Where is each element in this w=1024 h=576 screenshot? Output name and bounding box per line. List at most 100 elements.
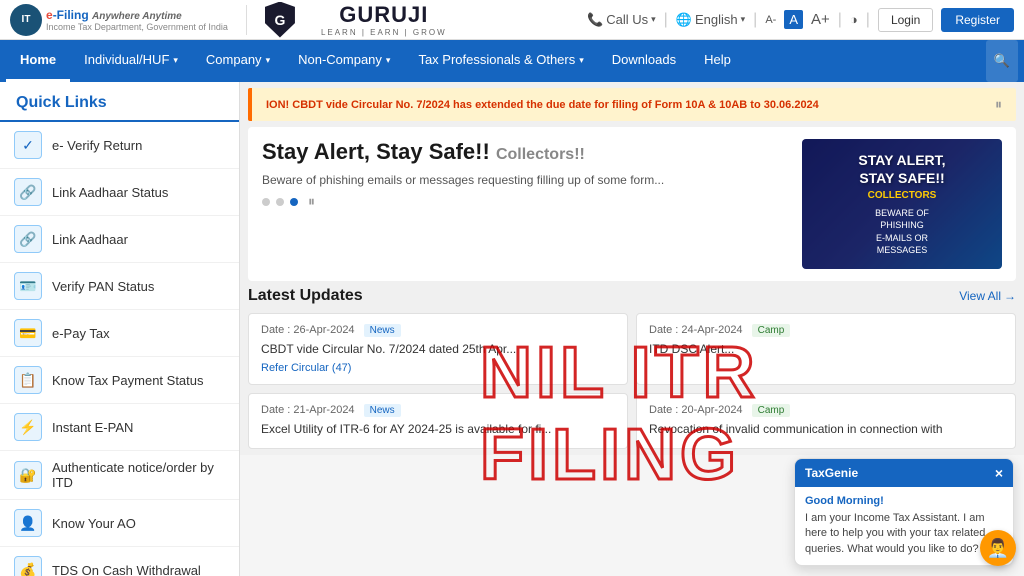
sidebar: Quick Links ✓ e- Verify Return 🔗 Link Aa… — [0, 82, 240, 576]
hero-image-warning: BEWARE OFPHISHINGE-MAILS ORMESSAGES — [858, 207, 945, 257]
divider-4: | — [838, 11, 842, 29]
update-card-4[interactable]: Date : 20-Apr-2024 Camp Revocation of in… — [636, 393, 1016, 449]
taxgenie-close-button[interactable]: × — [995, 465, 1003, 481]
main-layout: Quick Links ✓ e- Verify Return 🔗 Link Aa… — [0, 82, 1024, 576]
language-button[interactable]: 🌐 English ▾ — [676, 12, 745, 28]
nav-search-button[interactable]: 🔍 — [986, 40, 1018, 82]
font-normal-button[interactable]: A — [784, 10, 803, 29]
sidebar-item-link-aadhaar-status[interactable]: 🔗 Link Aadhaar Status — [0, 169, 239, 216]
register-button[interactable]: Register — [941, 8, 1014, 32]
sidebar-item-epay-tax[interactable]: 💳 e-Pay Tax — [0, 310, 239, 357]
verify-pan-icon: 🪪 — [14, 272, 42, 300]
update-date-1: Date : 26-Apr-2024 News — [261, 324, 615, 337]
nav-noncompany[interactable]: Non-Company ▾ — [284, 40, 404, 82]
guruji-logo-wrap: GURUJI LEARN | EARN | GROW — [265, 2, 467, 38]
sidebar-item-verify-pan[interactable]: 🪪 Verify PAN Status — [0, 263, 239, 310]
contrast-button[interactable]: ◑ — [850, 12, 858, 27]
taxgenie-title: TaxGenie — [805, 466, 858, 480]
hero-text: Stay Alert, Stay Safe!! Collectors!! Bew… — [262, 139, 788, 269]
update-date-text-3: Date : 21-Apr-2024 — [261, 404, 355, 416]
nav-individual-chevron: ▾ — [173, 55, 178, 66]
taxgenie-avatar[interactable]: 👨‍💼 — [980, 530, 1016, 566]
call-chevron-icon: ▾ — [651, 14, 656, 25]
view-all-button[interactable]: View All → — [959, 289, 1016, 303]
verify-return-icon: ✓ — [14, 131, 42, 159]
hero-image-content: STAY ALERT,STAY SAFE!! COLLECTORS BEWARE… — [850, 143, 953, 265]
sidebar-label-know-tax-payment: Know Tax Payment Status — [52, 373, 204, 388]
update-badge-2: Camp — [752, 324, 791, 337]
lang-chevron-icon: ▾ — [741, 14, 746, 25]
sidebar-label-instant-epan: Instant E-PAN — [52, 420, 133, 435]
sidebar-item-know-tax-payment[interactable]: 📋 Know Tax Payment Status — [0, 357, 239, 404]
content-wrapper: ION! CBDT vide Circular No. 7/2024 has e… — [240, 82, 1024, 576]
update-card-2[interactable]: Date : 24-Apr-2024 Camp ITD DSC Alert... — [636, 313, 1016, 385]
nav-noncompany-label: Non-Company — [298, 52, 382, 67]
sidebar-item-know-ao[interactable]: 👤 Know Your AO — [0, 500, 239, 547]
sidebar-label-know-ao: Know Your AO — [52, 516, 136, 531]
update-date-4: Date : 20-Apr-2024 Camp — [649, 404, 1003, 417]
update-date-text-2: Date : 24-Apr-2024 — [649, 324, 743, 336]
instant-epan-icon: ⚡ — [14, 413, 42, 441]
link-aadhaar-status-icon: 🔗 — [14, 178, 42, 206]
nav-company-chevron: ▾ — [266, 55, 271, 66]
call-us-label: Call Us — [606, 12, 648, 27]
nav-bar: Home Individual/HUF ▾ Company ▾ Non-Comp… — [0, 40, 1024, 82]
alert-highlight: ION! CBDT vide Circular No. 7/2024 has e… — [266, 99, 819, 111]
tds-cash-icon: 💰 — [14, 556, 42, 576]
slide-pause-button[interactable]: ⏸ — [308, 193, 315, 210]
guruji-shield-icon — [265, 2, 295, 38]
slide-dot-1[interactable] — [262, 198, 270, 206]
login-button[interactable]: Login — [878, 8, 933, 32]
phone-icon: 📞 — [587, 12, 603, 28]
nav-downloads[interactable]: Downloads — [598, 40, 690, 82]
sidebar-item-link-aadhaar[interactable]: 🔗 Link Aadhaar — [0, 216, 239, 263]
nav-individual[interactable]: Individual/HUF ▾ — [70, 40, 192, 82]
slide-dot-2[interactable] — [276, 198, 284, 206]
sidebar-label-link-aadhaar-status: Link Aadhaar Status — [52, 185, 168, 200]
font-decrease-button[interactable]: A- — [765, 14, 776, 26]
update-card-3[interactable]: Date : 21-Apr-2024 News Excel Utility of… — [248, 393, 628, 449]
sidebar-item-instant-epan[interactable]: ⚡ Instant E-PAN — [0, 404, 239, 451]
update-badge-4: Camp — [752, 404, 791, 417]
update-badge-1: News — [364, 324, 401, 337]
guruji-name: GURUJI — [339, 2, 428, 28]
divider-5: | — [866, 11, 870, 29]
updates-header: Latest Updates View All → — [248, 287, 1016, 305]
sidebar-title: Quick Links — [0, 82, 239, 122]
call-us-button[interactable]: 📞 Call Us ▾ — [587, 12, 656, 28]
update-title-3: Excel Utility of ITR-6 for AY 2024-25 is… — [261, 421, 615, 438]
slide-dot-3[interactable] — [290, 198, 298, 206]
sidebar-item-tds-cash[interactable]: 💰 TDS On Cash Withdrawal — [0, 547, 239, 576]
update-link-1[interactable]: Refer Circular (47) — [261, 362, 615, 374]
hero-title-text: Stay Alert, Stay Safe!! — [262, 139, 490, 164]
nav-home[interactable]: Home — [6, 40, 70, 82]
guruji-logo: GURUJI LEARN | EARN | GROW — [321, 2, 447, 37]
sidebar-label-tds-cash: TDS On Cash Withdrawal — [52, 563, 201, 576]
alert-pause-icon[interactable]: ⏸ — [995, 96, 1002, 113]
epay-tax-icon: 💳 — [14, 319, 42, 347]
sidebar-item-authenticate-notice[interactable]: 🔐 Authenticate notice/order by ITD — [0, 451, 239, 500]
nav-home-label: Home — [20, 52, 56, 67]
divider-2: | — [664, 11, 668, 29]
sidebar-label-authenticate-notice: Authenticate notice/order by ITD — [52, 460, 225, 490]
update-card-1[interactable]: Date : 26-Apr-2024 News CBDT vide Circul… — [248, 313, 628, 385]
update-title-2: ITD DSC Alert... — [649, 341, 1003, 358]
hero-subtitle: Collectors!! — [496, 146, 585, 163]
hero-section: Stay Alert, Stay Safe!! Collectors!! Bew… — [248, 127, 1016, 281]
divider-3: | — [753, 11, 757, 29]
nav-taxprofessionals[interactable]: Tax Professionals & Others ▾ — [404, 40, 597, 82]
taxgenie-header: TaxGenie × — [795, 459, 1013, 487]
content-area: ION! CBDT vide Circular No. 7/2024 has e… — [240, 82, 1024, 455]
nav-individual-label: Individual/HUF — [84, 52, 169, 67]
taxgenie-message: I am your Income Tax Assistant. I am her… — [805, 511, 1003, 557]
nav-company-label: Company — [206, 52, 262, 67]
font-increase-button[interactable]: A+ — [811, 11, 830, 28]
view-all-arrow-icon: → — [1004, 289, 1016, 303]
nav-help[interactable]: Help — [690, 40, 745, 82]
update-date-text-1: Date : 26-Apr-2024 — [261, 324, 355, 336]
top-bar-right: 📞 Call Us ▾ | 🌐 English ▾ | A- A A+ | ◑ … — [587, 8, 1014, 32]
hero-title: Stay Alert, Stay Safe!! Collectors!! — [262, 139, 788, 165]
sidebar-item-verify-return[interactable]: ✓ e- Verify Return — [0, 122, 239, 169]
nav-company[interactable]: Company ▾ — [192, 40, 284, 82]
updates-section: Latest Updates View All → Date : 26-Apr-… — [248, 287, 1016, 449]
